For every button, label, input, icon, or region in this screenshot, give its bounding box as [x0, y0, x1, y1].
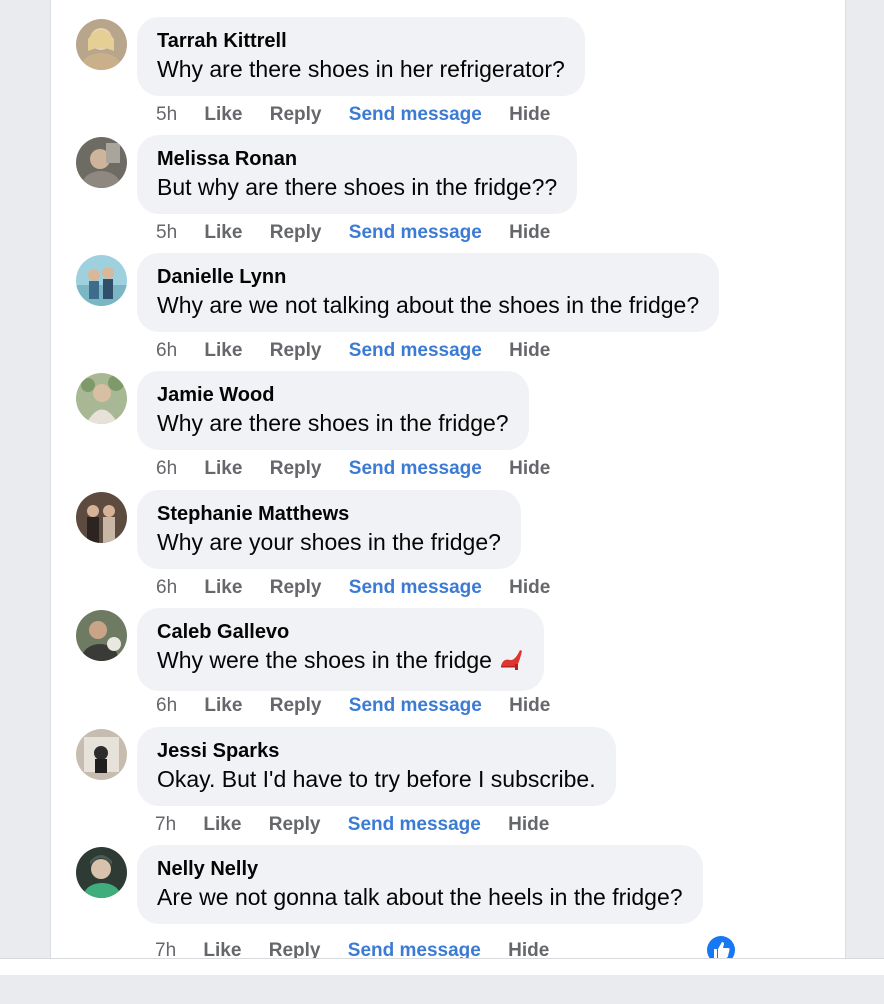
avatar[interactable] — [76, 729, 127, 780]
comment-text: Why are your shoes in the fridge? — [157, 529, 501, 555]
reply-button[interactable]: Reply — [270, 457, 322, 481]
send-message-button[interactable]: Send message — [349, 457, 482, 481]
comment-author[interactable]: Stephanie Matthews — [157, 501, 501, 527]
send-message-button[interactable]: Send message — [349, 221, 482, 245]
comment-bubble: Danielle Lynn Why are we not talking abo… — [137, 253, 720, 332]
send-message-button[interactable]: Send message — [349, 694, 482, 718]
hide-button[interactable]: Hide — [509, 221, 550, 245]
avatar[interactable] — [76, 847, 127, 898]
like-button[interactable]: Like — [204, 339, 242, 363]
like-button[interactable]: Like — [203, 813, 241, 837]
comment-timestamp[interactable]: 6h — [156, 576, 177, 600]
hide-button[interactable]: Hide — [509, 339, 550, 363]
comment-author[interactable]: Danielle Lynn — [157, 264, 699, 290]
send-message-button[interactable]: Send message — [349, 103, 482, 127]
hide-button[interactable]: Hide — [509, 103, 550, 127]
avatar[interactable] — [76, 137, 127, 188]
comment-author[interactable]: Caleb Gallevo — [157, 619, 524, 645]
comment-timestamp[interactable]: 6h — [156, 457, 177, 481]
comment-text: Why are there shoes in the fridge? — [157, 410, 509, 436]
comment-text: Okay. But I'd have to try before I subsc… — [157, 766, 596, 792]
comment-text: Are we not gonna talk about the heels in… — [157, 884, 683, 910]
avatar[interactable] — [76, 610, 127, 661]
comment-actions: 6h Like Reply Send message Hide — [156, 339, 572, 363]
comment-actions: 5h Like Reply Send message Hide — [156, 103, 572, 127]
comment-text-content: Why were the shoes in the fridge — [157, 647, 492, 673]
comment-bubble: Stephanie Matthews Why are your shoes in… — [137, 490, 521, 569]
send-message-button[interactable]: Send message — [349, 576, 482, 600]
comment-bubble: Jessi Sparks Okay. But I'd have to try b… — [137, 727, 616, 806]
reply-button[interactable]: Reply — [270, 694, 322, 718]
comment-bubble: Nelly Nelly Are we not gonna talk about … — [137, 845, 703, 924]
reply-button[interactable]: Reply — [270, 576, 322, 600]
reply-button[interactable]: Reply — [270, 221, 322, 245]
hide-button[interactable]: Hide — [509, 694, 550, 718]
bottom-divider — [0, 958, 884, 975]
comment-text: Why were the shoes in the fridge — [157, 645, 524, 679]
avatar[interactable] — [76, 492, 127, 543]
comment-text: Why are there shoes in her refrigerator? — [157, 56, 565, 82]
comment-actions: 7h Like Reply Send message Hide — [155, 813, 571, 837]
comment-author[interactable]: Melissa Ronan — [157, 146, 557, 172]
comment-actions: 6h Like Reply Send message Hide — [156, 576, 572, 600]
like-button[interactable]: Like — [204, 576, 242, 600]
send-message-button[interactable]: Send message — [348, 813, 481, 837]
like-button[interactable]: Like — [204, 457, 242, 481]
comment-timestamp[interactable]: 5h — [156, 103, 177, 127]
like-button[interactable]: Like — [204, 694, 242, 718]
comment-text: But why are there shoes in the fridge?? — [157, 174, 558, 200]
avatar[interactable] — [76, 19, 127, 70]
like-button[interactable]: Like — [204, 221, 242, 245]
comment-author[interactable]: Tarrah Kittrell — [157, 28, 565, 54]
comment-text: Why are we not talking about the shoes i… — [157, 292, 700, 318]
comment-bubble: Melissa Ronan But why are there shoes in… — [137, 135, 578, 214]
comment-timestamp[interactable]: 5h — [156, 221, 177, 245]
avatar[interactable] — [76, 373, 127, 424]
comment-author[interactable]: Jessi Sparks — [157, 738, 596, 764]
hide-button[interactable]: Hide — [509, 576, 550, 600]
like-button[interactable]: Like — [204, 103, 242, 127]
comment-timestamp[interactable]: 6h — [156, 694, 177, 718]
comment-actions: 6h Like Reply Send message Hide — [156, 694, 572, 718]
reply-button[interactable]: Reply — [270, 339, 322, 363]
reply-button[interactable]: Reply — [270, 103, 322, 127]
comment-bubble: Caleb Gallevo Why were the shoes in the … — [137, 608, 544, 691]
send-message-button[interactable]: Send message — [349, 339, 482, 363]
comment-bubble: Tarrah Kittrell Why are there shoes in h… — [137, 17, 585, 96]
comment-bubble: Jamie Wood Why are there shoes in the fr… — [137, 371, 529, 450]
comment-actions: 5h Like Reply Send message Hide — [156, 221, 572, 245]
hide-button[interactable]: Hide — [509, 457, 550, 481]
reply-button[interactable]: Reply — [269, 813, 321, 837]
avatar[interactable] — [76, 255, 127, 306]
comment-author[interactable]: Nelly Nelly — [157, 856, 683, 882]
hide-button[interactable]: Hide — [508, 813, 549, 837]
comment-actions: 6h Like Reply Send message Hide — [156, 457, 572, 481]
comment-author[interactable]: Jamie Wood — [157, 382, 509, 408]
comment-timestamp[interactable]: 6h — [156, 339, 177, 363]
comment-timestamp[interactable]: 7h — [155, 813, 176, 837]
high-heel-icon — [498, 646, 524, 679]
